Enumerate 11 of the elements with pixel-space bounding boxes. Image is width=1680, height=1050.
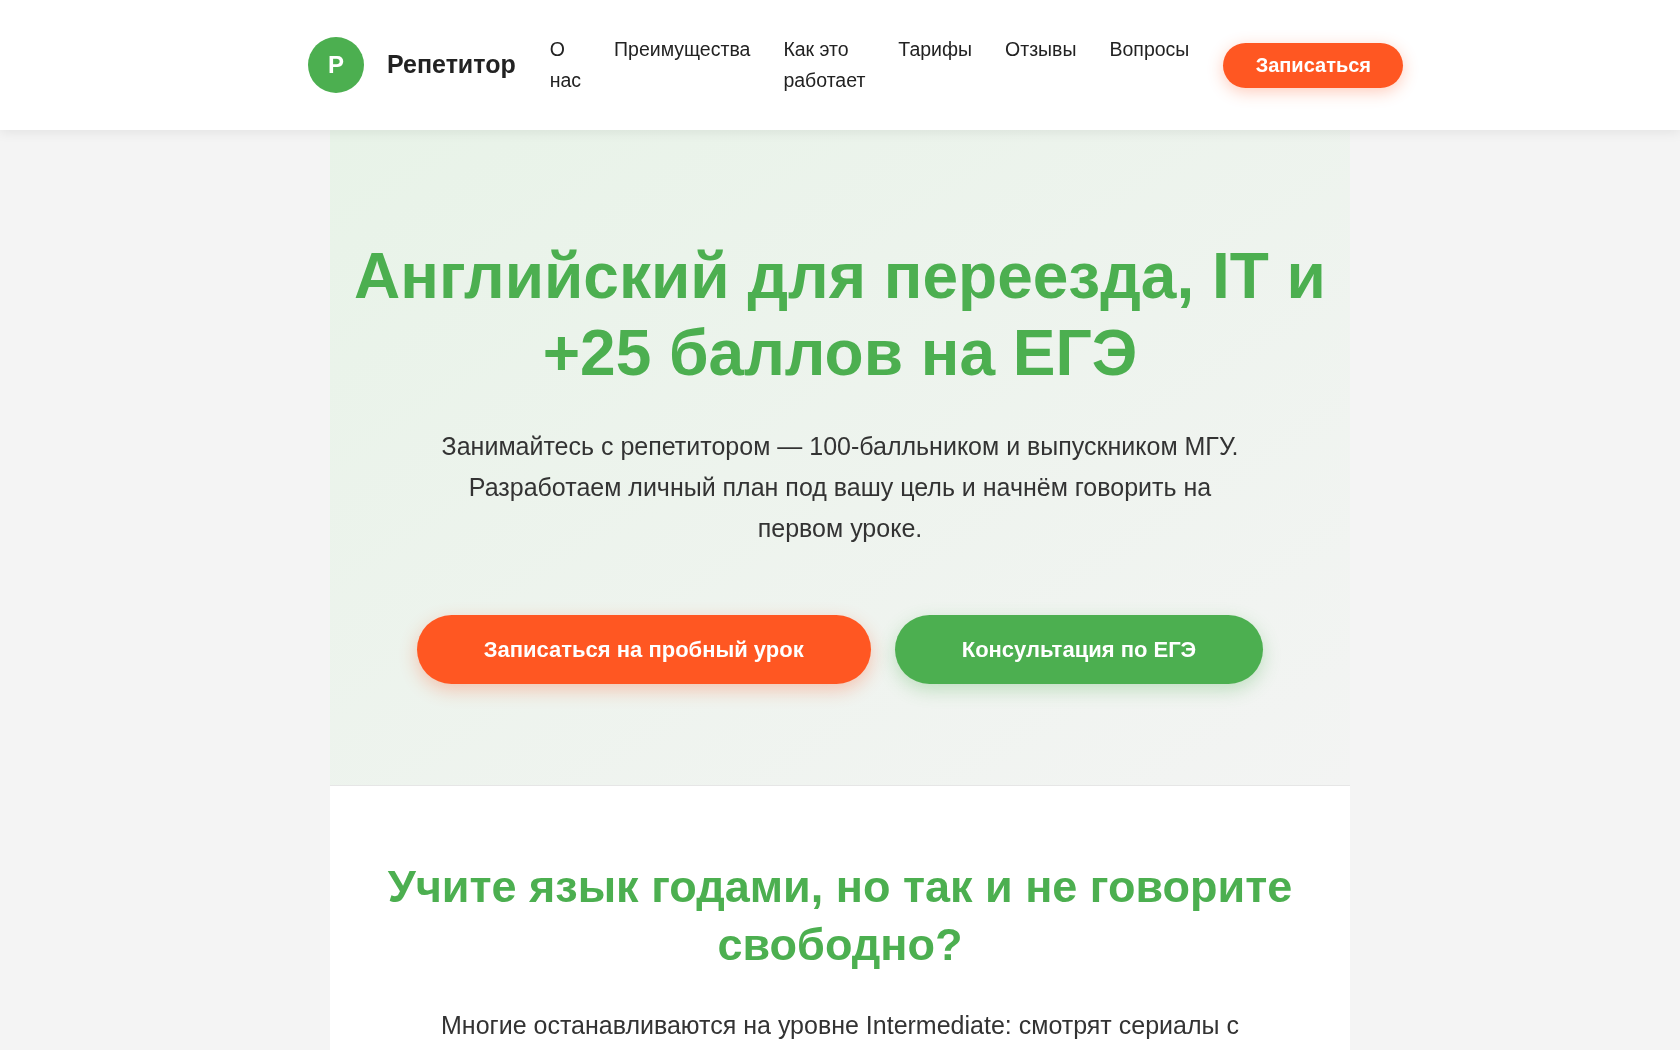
problem-text: Многие останавливаются на уровне Intermediate: смотрят сериалы с [441, 1010, 1239, 1041]
nav-link[interactable]: Преимущества [614, 34, 751, 65]
nav-link[interactable]: Тарифы [898, 34, 973, 65]
hero-subtitle: Занимайтесь с репетитором — 100-балльником и выпускником МГУ. Разработаем личный план под вашу цель и начнём говорить на первом уроке. [440, 431, 1240, 544]
hero-title: Английский для переезда, IT и +25 баллов на ЕГЭ [353, 239, 1327, 391]
nav-link[interactable]: Как это работает [783, 34, 866, 96]
nav-link[interactable]: О нас [549, 34, 582, 96]
problem-title: Учите язык годами, но так и не говорите свободно? [386, 860, 1294, 972]
nav-link[interactable]: Отзывы [1005, 34, 1077, 65]
logo-title[interactable]: Репетитор [387, 46, 516, 84]
nav-link[interactable]: Вопросы [1109, 34, 1190, 65]
